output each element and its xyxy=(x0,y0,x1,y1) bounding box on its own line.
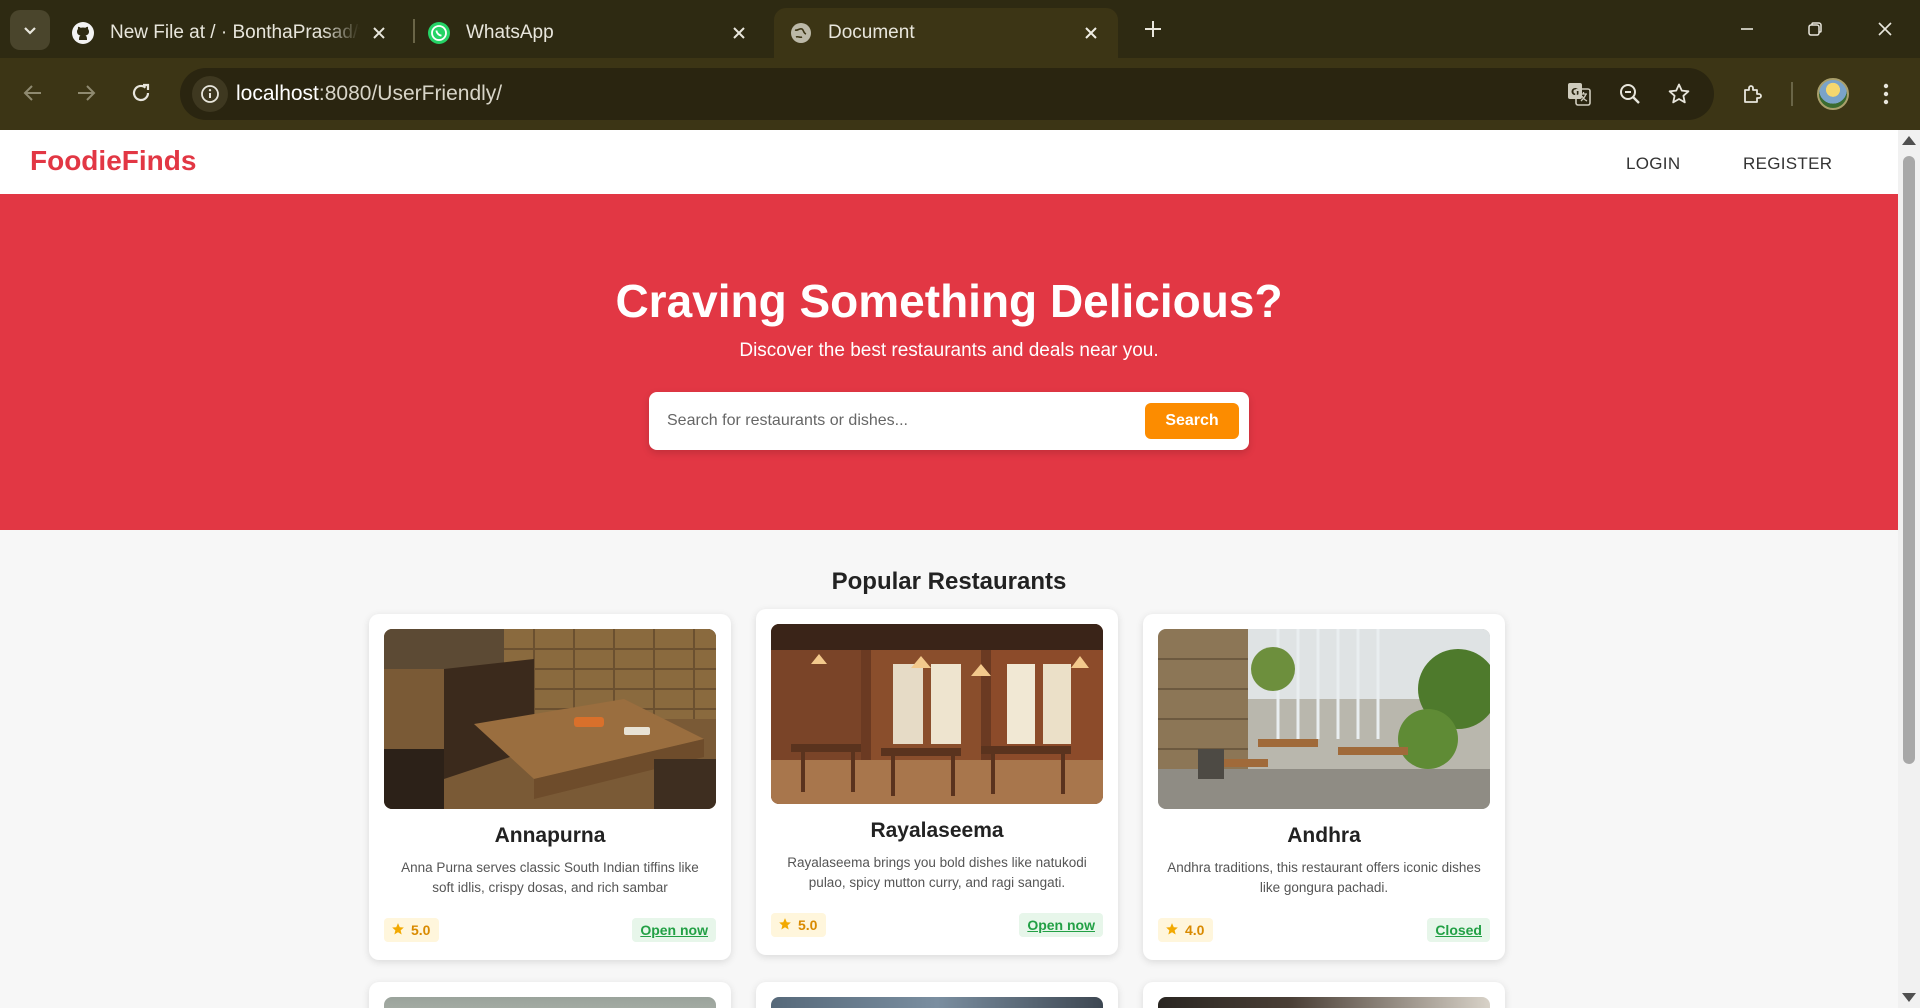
tab-title: Document xyxy=(828,22,915,43)
restaurant-description: Rayalaseema brings you bold dishes like … xyxy=(787,855,1087,890)
tab-whatsapp[interactable]: WhatsApp xyxy=(426,8,766,58)
hero-title: Craving Something Delicious? xyxy=(615,275,1283,327)
rating-badge: 5.0 xyxy=(771,913,827,937)
bookmark-star-icon[interactable] xyxy=(1666,81,1692,107)
globe-icon xyxy=(788,20,814,46)
translate-icon[interactable]: G xyxy=(1566,81,1592,107)
login-link[interactable]: LOGIN xyxy=(1626,154,1680,174)
address-bar[interactable]: localhost:8080/UserFriendly/ G xyxy=(180,68,1714,120)
restaurant-name: Andhra xyxy=(1287,824,1361,847)
tab-document[interactable]: Document xyxy=(774,8,1118,58)
browser-toolbar: localhost:8080/UserFriendly/ G xyxy=(0,58,1920,130)
toolbar-separator xyxy=(1791,82,1793,106)
profile-avatar[interactable] xyxy=(1817,78,1849,110)
rating-value: 5.0 xyxy=(798,917,818,933)
register-link[interactable]: REGISTER xyxy=(1743,154,1832,174)
restaurant-photo xyxy=(1158,629,1490,809)
rating-value: 4.0 xyxy=(1185,922,1205,938)
star-icon xyxy=(1165,922,1179,939)
restaurant-photo xyxy=(771,997,1103,1008)
chevron-down-icon xyxy=(24,27,36,35)
tab-github[interactable]: New File at / · BonthaPrasad/fo xyxy=(70,8,406,58)
star-icon xyxy=(778,917,792,934)
section-title: Popular Restaurants xyxy=(831,568,1067,595)
browser-tab-bar: New File at / · BonthaPrasad/fo WhatsApp… xyxy=(0,0,1920,58)
close-icon xyxy=(1878,22,1892,36)
star-icon xyxy=(391,922,405,939)
hero-subtitle: Discover the best restaurants and deals … xyxy=(739,340,1159,361)
close-icon[interactable] xyxy=(366,20,392,46)
url-path: :8080/UserFriendly/ xyxy=(318,82,503,105)
page-scrollbar[interactable] xyxy=(1898,130,1920,1008)
scroll-up-icon[interactable] xyxy=(1902,136,1916,145)
zoom-icon[interactable] xyxy=(1617,81,1643,107)
search-button[interactable]: Search xyxy=(1145,403,1239,439)
restaurant-card[interactable] xyxy=(756,982,1118,1008)
hero-banner: Craving Something Delicious? Discover th… xyxy=(0,194,1898,530)
arrow-right-icon xyxy=(78,85,96,101)
arrow-left-icon xyxy=(23,85,41,101)
restaurant-photo xyxy=(1158,997,1490,1008)
close-icon[interactable] xyxy=(1078,20,1104,46)
status-badge[interactable]: Open now xyxy=(1019,913,1103,937)
whatsapp-icon xyxy=(426,20,452,46)
url-text[interactable]: localhost:8080/UserFriendly/ xyxy=(236,82,502,106)
close-icon[interactable] xyxy=(726,20,752,46)
github-icon xyxy=(70,20,96,46)
status-badge[interactable]: Open now xyxy=(632,918,716,942)
minimize-button[interactable] xyxy=(1724,12,1770,46)
restaurant-card[interactable]: Annapurna Anna Purna serves classic Sout… xyxy=(369,614,731,960)
url-host: localhost xyxy=(236,82,319,105)
restaurant-card[interactable]: Andhra Andhra traditions, this restauran… xyxy=(1143,614,1505,960)
search-input[interactable] xyxy=(667,402,1127,440)
rating-badge: 5.0 xyxy=(384,918,440,942)
page-viewport: FoodieFinds LOGIN REGISTER Craving Somet… xyxy=(0,130,1898,1008)
restaurant-description: Anna Purna serves classic South Indian t… xyxy=(401,860,699,895)
restaurant-photo xyxy=(384,997,716,1008)
restaurant-photo xyxy=(771,624,1103,804)
extensions-icon[interactable] xyxy=(1737,78,1769,110)
restore-icon xyxy=(1808,22,1822,36)
close-window-button[interactable] xyxy=(1862,12,1908,46)
scrollbar-thumb[interactable] xyxy=(1903,156,1915,764)
restaurant-name: Annapurna xyxy=(494,824,606,847)
minimize-icon xyxy=(1741,28,1753,30)
tab-title: New File at / · BonthaPrasad/fo xyxy=(110,22,360,43)
site-navbar: FoodieFinds LOGIN REGISTER xyxy=(0,130,1898,194)
plus-icon xyxy=(1145,21,1161,37)
search-box: Search xyxy=(649,392,1249,450)
forward-button[interactable] xyxy=(66,73,106,113)
restaurant-name: Rayalaseema xyxy=(870,819,1004,842)
restaurant-description: Andhra traditions, this restaurant offer… xyxy=(1167,860,1481,895)
reload-icon xyxy=(132,83,150,102)
tab-list-button[interactable] xyxy=(10,10,50,50)
rating-badge: 4.0 xyxy=(1158,918,1214,942)
brand-logo[interactable]: FoodieFinds xyxy=(30,145,196,177)
reload-button[interactable] xyxy=(121,73,161,113)
menu-dots-icon[interactable] xyxy=(1870,78,1902,110)
restaurant-card[interactable]: Rayalaseema Rayalaseema brings you bold … xyxy=(756,609,1118,955)
back-button[interactable] xyxy=(13,73,53,113)
restaurant-card[interactable] xyxy=(369,982,731,1008)
restaurant-photo xyxy=(384,629,716,809)
rating-value: 5.0 xyxy=(411,922,431,938)
site-info-icon[interactable] xyxy=(192,76,228,112)
restore-button[interactable] xyxy=(1792,12,1838,46)
scroll-down-icon[interactable] xyxy=(1902,993,1916,1002)
restaurant-card[interactable] xyxy=(1143,982,1505,1008)
tab-title: WhatsApp xyxy=(466,22,554,43)
tab-separator xyxy=(413,19,415,43)
status-badge[interactable]: Closed xyxy=(1427,918,1490,942)
new-tab-button[interactable] xyxy=(1138,14,1168,44)
